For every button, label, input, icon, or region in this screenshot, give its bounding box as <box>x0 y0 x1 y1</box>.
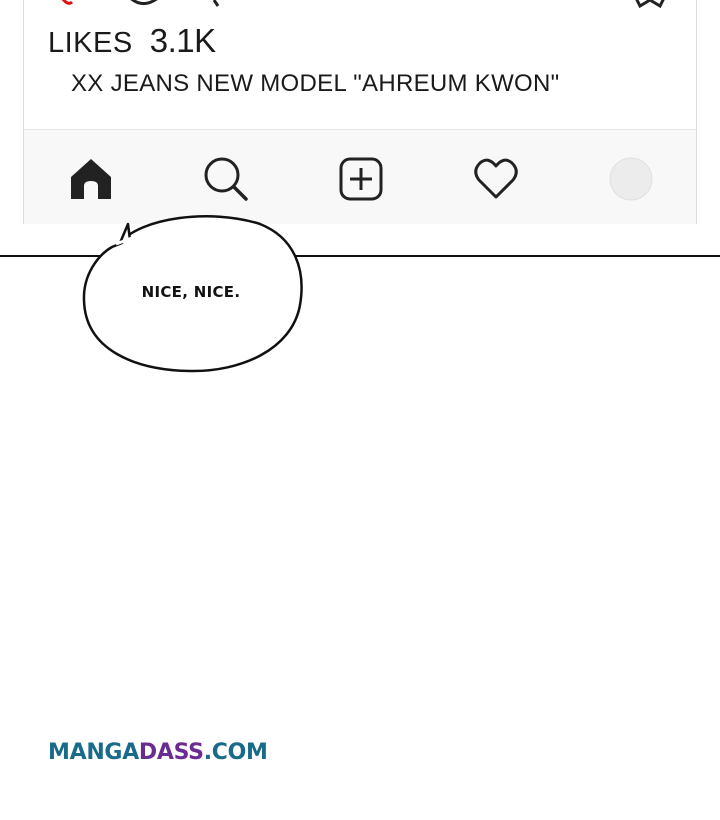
home-icon[interactable] <box>68 156 114 202</box>
watermark-part-dass: DASS <box>138 740 204 765</box>
share-icon-partial <box>212 0 220 7</box>
post-caption: XX JEANS NEW MODEL "AHREUM KWON" <box>71 70 560 97</box>
site-watermark: MANGADASS.COM <box>48 740 268 765</box>
bookmark-icon-partial <box>635 0 665 9</box>
likes-label: LIKES <box>48 27 133 59</box>
post-action-icons-partial <box>24 0 696 10</box>
likes-count[interactable]: 3.1K <box>150 22 216 60</box>
instagram-post-card: LIKES 3.1K XX JEANS NEW MODEL "AHREUM KW… <box>23 0 697 224</box>
comment-icon-partial <box>130 0 158 5</box>
likes-row: LIKES 3.1K <box>48 22 216 60</box>
search-icon[interactable] <box>203 156 249 202</box>
watermark-part-com: .COM <box>203 740 268 765</box>
profile-avatar[interactable] <box>608 156 654 202</box>
speech-bubble: NICE, NICE. <box>80 210 306 376</box>
red-heart-icon-partial <box>61 0 74 5</box>
add-post-icon[interactable] <box>338 156 384 202</box>
speech-bubble-text: NICE, NICE. <box>141 283 241 301</box>
watermark-part-manga: MANGA <box>48 740 139 765</box>
heart-icon[interactable] <box>473 156 519 202</box>
